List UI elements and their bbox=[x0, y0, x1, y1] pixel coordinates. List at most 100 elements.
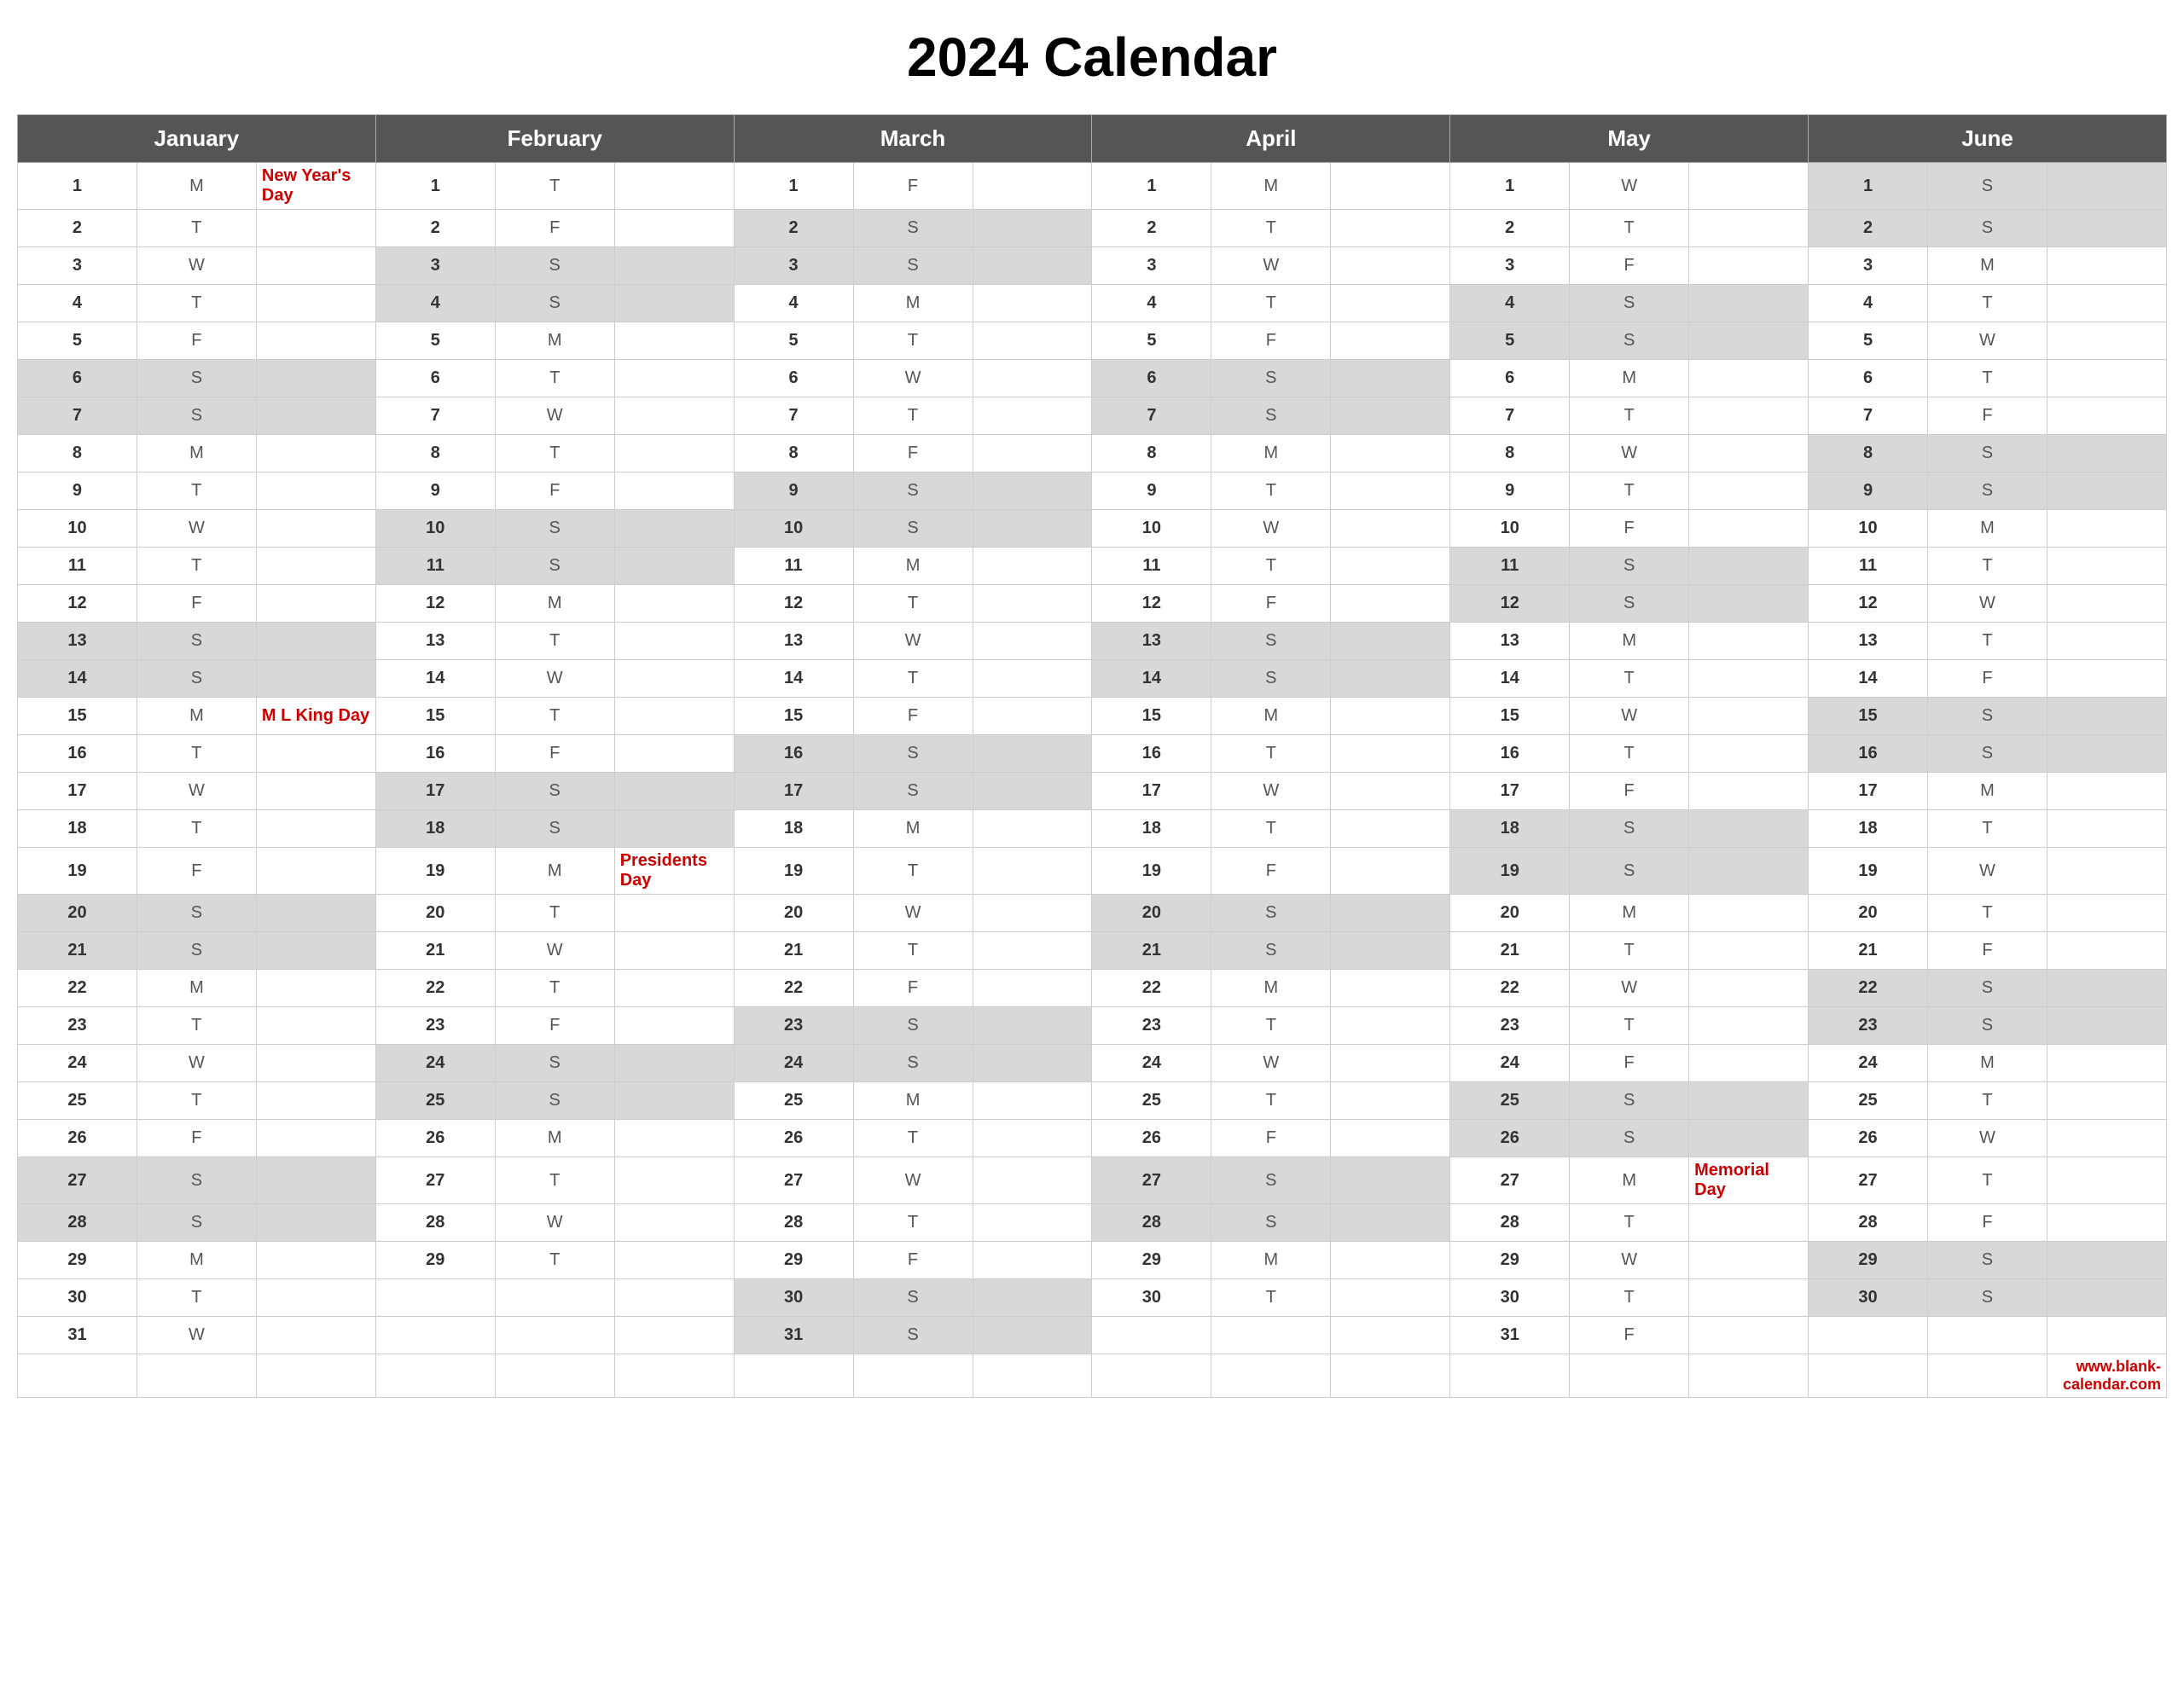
day-number: 11 bbox=[1450, 548, 1570, 585]
table-row: 28S28W28T28S28T28F bbox=[18, 1204, 2167, 1242]
day-letter: S bbox=[1928, 1007, 2048, 1045]
day-letter: F bbox=[1570, 510, 1689, 548]
day-letter: T bbox=[1928, 895, 2048, 932]
holiday-cell bbox=[973, 548, 1092, 585]
holiday-cell bbox=[973, 435, 1092, 472]
holiday-cell bbox=[1331, 932, 1450, 970]
day-number: 4 bbox=[1809, 285, 1928, 322]
day-number: 6 bbox=[18, 360, 137, 397]
day-number: 12 bbox=[18, 585, 137, 623]
day-letter: F bbox=[1211, 585, 1331, 623]
day-number: 4 bbox=[734, 285, 853, 322]
day-letter: T bbox=[1211, 548, 1331, 585]
holiday-cell bbox=[256, 932, 375, 970]
day-letter: S bbox=[136, 623, 256, 660]
holiday-cell bbox=[256, 1204, 375, 1242]
day-letter: F bbox=[853, 698, 973, 735]
day-number: 12 bbox=[1809, 585, 1928, 623]
day-number: 17 bbox=[18, 773, 137, 810]
day-number: 26 bbox=[1450, 1120, 1570, 1157]
holiday-cell bbox=[1331, 698, 1450, 735]
day-letter: S bbox=[1570, 1120, 1689, 1157]
day-number: 17 bbox=[1809, 773, 1928, 810]
day-number: 6 bbox=[375, 360, 495, 397]
holiday-cell bbox=[1331, 1045, 1450, 1082]
day-number: 3 bbox=[1450, 247, 1570, 285]
day-number: 24 bbox=[1450, 1045, 1570, 1082]
holiday-cell bbox=[1689, 735, 1809, 773]
holiday-cell bbox=[1689, 1007, 1809, 1045]
day-number: 6 bbox=[1450, 360, 1570, 397]
holiday-cell bbox=[1689, 1242, 1809, 1279]
holiday-cell bbox=[1689, 698, 1809, 735]
day-number: 1 bbox=[1450, 163, 1570, 210]
holiday-cell bbox=[1331, 1279, 1450, 1317]
day-letter: W bbox=[495, 1204, 614, 1242]
holiday-cell bbox=[1331, 548, 1450, 585]
day-letter: W bbox=[1211, 510, 1331, 548]
day-letter: S bbox=[495, 810, 614, 848]
holiday-cell bbox=[973, 1082, 1092, 1120]
day-letter: M bbox=[1211, 163, 1331, 210]
day-number: 12 bbox=[1450, 585, 1570, 623]
day-letter: M bbox=[1928, 510, 2048, 548]
day-letter: M bbox=[853, 548, 973, 585]
day-letter: M bbox=[136, 970, 256, 1007]
day-letter: T bbox=[495, 360, 614, 397]
day-number: 10 bbox=[1450, 510, 1570, 548]
day-number: 7 bbox=[375, 397, 495, 435]
holiday-cell: Presidents Day bbox=[614, 848, 734, 895]
day-letter: M bbox=[1211, 1242, 1331, 1279]
page-title: 2024 Calendar bbox=[17, 26, 2167, 89]
holiday-cell bbox=[973, 970, 1092, 1007]
day-number: 18 bbox=[18, 810, 137, 848]
day-number: 14 bbox=[1092, 660, 1211, 698]
day-letter: S bbox=[136, 397, 256, 435]
holiday-cell bbox=[614, 247, 734, 285]
day-number: 29 bbox=[1809, 1242, 1928, 1279]
holiday-cell bbox=[614, 435, 734, 472]
holiday-cell bbox=[973, 623, 1092, 660]
day-number: 30 bbox=[734, 1279, 853, 1317]
holiday-cell bbox=[1689, 932, 1809, 970]
holiday-cell bbox=[973, 1157, 1092, 1204]
table-row: 10W10S10S10W10F10M bbox=[18, 510, 2167, 548]
day-number: 20 bbox=[1092, 895, 1211, 932]
holiday-cell bbox=[256, 285, 375, 322]
day-number: 29 bbox=[1450, 1242, 1570, 1279]
holiday-cell bbox=[1689, 548, 1809, 585]
holiday-cell bbox=[2047, 585, 2166, 623]
day-number: 9 bbox=[1450, 472, 1570, 510]
table-row: 21S21W21T21S21T21F bbox=[18, 932, 2167, 970]
holiday-cell bbox=[256, 1242, 375, 1279]
day-letter: S bbox=[1928, 1279, 2048, 1317]
day-letter: T bbox=[853, 322, 973, 360]
day-letter: S bbox=[136, 360, 256, 397]
day-letter: S bbox=[1570, 285, 1689, 322]
day-number: 28 bbox=[1809, 1204, 1928, 1242]
month-header-january: January bbox=[18, 115, 376, 163]
day-number: 3 bbox=[1809, 247, 1928, 285]
table-row: 3W3S3S3W3F3M bbox=[18, 247, 2167, 285]
holiday-cell bbox=[1331, 472, 1450, 510]
day-number: 14 bbox=[1450, 660, 1570, 698]
day-letter: M bbox=[1211, 970, 1331, 1007]
holiday-cell bbox=[973, 472, 1092, 510]
day-number: 24 bbox=[1092, 1045, 1211, 1082]
day-number: 18 bbox=[1092, 810, 1211, 848]
day-number: 18 bbox=[1809, 810, 1928, 848]
footer-link[interactable]: www.blank-calendar.com bbox=[2047, 1354, 2166, 1398]
calendar-table: JanuaryFebruaryMarchAprilMayJune1MNew Ye… bbox=[17, 114, 2167, 1398]
holiday-cell bbox=[614, 1279, 734, 1317]
day-number: 30 bbox=[18, 1279, 137, 1317]
day-number: 2 bbox=[18, 210, 137, 247]
day-letter: S bbox=[853, 773, 973, 810]
holiday-cell bbox=[2047, 773, 2166, 810]
day-letter: F bbox=[1570, 247, 1689, 285]
holiday-cell bbox=[1331, 1317, 1450, 1354]
day-letter: M bbox=[1928, 247, 2048, 285]
day-letter: T bbox=[1211, 735, 1331, 773]
day-number: 22 bbox=[1450, 970, 1570, 1007]
holiday-cell bbox=[256, 247, 375, 285]
day-letter: T bbox=[495, 895, 614, 932]
